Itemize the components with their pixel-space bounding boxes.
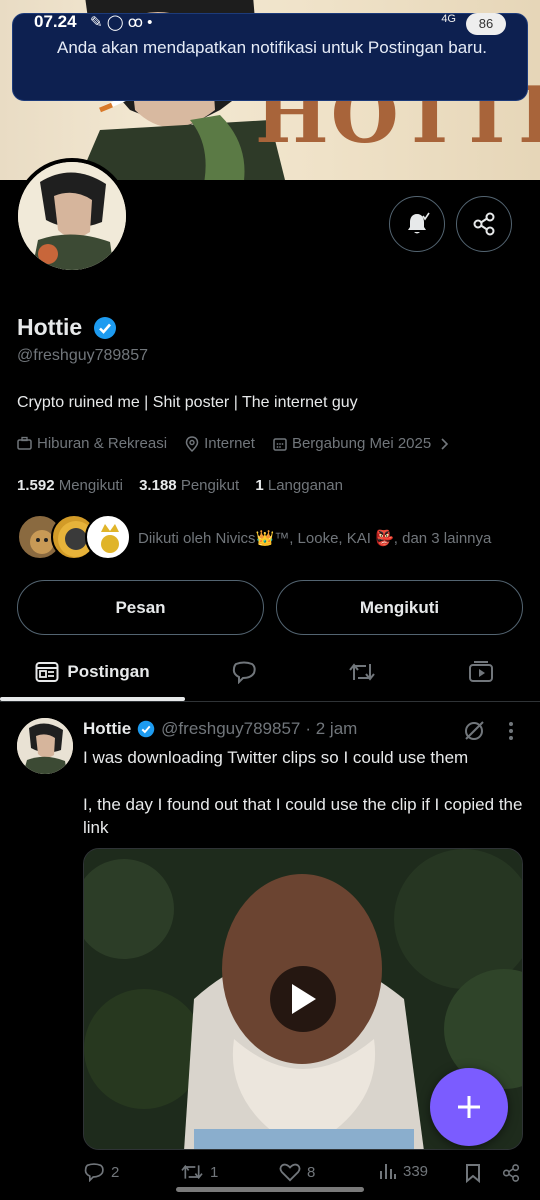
subscriptions-label: Langganan [267,477,343,494]
toast-message: Anda akan mendapatkan notifikasi untuk P… [57,38,488,57]
location-item: Internet [185,435,255,452]
battery-indicator: 86 [466,13,506,35]
tweet-text-line: I was downloading Twitter clips so I cou… [83,748,469,767]
views-action[interactable]: 339 [379,1162,428,1180]
share-icon[interactable] [501,1163,521,1183]
grok-icon[interactable] [462,719,486,743]
following-label: Mengikuti [58,477,123,494]
follower-avatar [85,514,131,560]
tweet-text-line: I, the day I found out that I could use … [83,794,523,838]
verified-badge-icon[interactable] [93,316,117,340]
video-icon [468,661,493,682]
location-label: Internet [204,435,255,452]
status-bar: 07.24 ✎ ◯ ꝏ • 4G 86 [0,8,540,36]
like-count: 8 [307,1163,316,1181]
following-button[interactable]: Mengikuti [276,580,523,635]
following-count: 1.592 [17,477,55,494]
tweet-time: · 2 jam [305,719,358,738]
heart-icon [279,1163,301,1182]
profile-handle: @freshguy789857 [17,347,148,364]
like-action[interactable]: 8 [279,1162,315,1182]
tweet-author-avatar[interactable] [17,718,73,774]
bookmark-icon[interactable] [465,1163,481,1183]
chevron-right-icon [441,437,449,450]
subscriptions-count: 1 [255,477,264,494]
views-chart-icon [380,1164,396,1179]
status-time: 07.24 [34,12,77,31]
notification-bell-button[interactable] [389,196,445,252]
posts-icon [35,662,59,682]
repost-icon [181,1164,203,1180]
calendar-icon [273,437,287,451]
verified-badge-icon[interactable] [137,720,155,738]
profile-avatar[interactable] [14,158,130,274]
repost-action[interactable]: 1 [180,1162,218,1182]
tab-posts[interactable]: Postingan [0,642,185,702]
followed-by-text: Diikuti oleh Nivics👑™, Looke, KAI 👺, dan… [138,530,492,547]
tab-posts-label: Postingan [67,662,150,681]
tweet-author-handle[interactable]: @freshguy789857 [161,719,300,739]
play-button[interactable] [270,966,336,1032]
reply-icon [84,1163,104,1182]
home-indicator[interactable] [176,1187,364,1192]
category-item: Hiburan & Rekreasi [17,435,167,452]
avatar-image [18,162,126,270]
repost-icon [349,663,375,681]
reply-action[interactable]: 2 [83,1162,119,1182]
briefcase-icon [17,436,32,450]
profile-meta: Hiburan & Rekreasi Internet Bergabung Me… [17,435,472,452]
tab-reposts[interactable] [303,642,421,702]
tab-media[interactable] [421,642,540,702]
reply-count: 2 [111,1163,120,1181]
reply-bubble-icon [232,661,256,684]
tweet-text[interactable]: I was downloading Twitter clips so I cou… [83,746,523,863]
subscriptions-count-link[interactable]: 1 Langganan [255,477,343,494]
profile-counts: 1.592 Mengikuti 3.188 Pengikut 1 Langgan… [17,477,355,494]
share-icon [473,212,495,236]
more-options-icon[interactable] [507,721,515,741]
joined-label: Bergabung Mei 2025 [291,435,432,452]
share-button[interactable] [456,196,512,252]
tweet-header: Hottie @freshguy789857 · 2 jam [83,719,357,739]
active-tab-indicator [0,697,185,701]
tweet-author-name[interactable]: Hottie [83,719,131,739]
joined-item[interactable]: Bergabung Mei 2025 [273,435,454,452]
view-count: 339 [403,1162,429,1180]
followers-count: 3.188 [139,477,177,494]
category-label: Hiburan & Rekreasi [37,435,168,452]
repost-count: 1 [210,1163,219,1181]
following-count-link[interactable]: 1.592 Mengikuti [17,477,123,494]
followed-by-row[interactable]: Diikuti oleh Nivics👑™, Looke, KAI 👺, dan… [17,514,527,562]
network-indicator: 4G [441,13,456,25]
plus-icon [458,1096,480,1118]
profile-bio: Crypto ruined me | Shit poster | The int… [17,394,358,411]
location-pin-icon [185,435,199,452]
bell-filled-icon [408,212,430,234]
tab-replies[interactable] [185,642,303,702]
followers-count-link[interactable]: 3.188 Pengikut [139,477,239,494]
message-button[interactable]: Pesan [17,580,264,635]
profile-tabs: Postingan [0,642,540,702]
profile-name: Hottie [17,314,83,340]
followers-label: Pengikut [180,477,240,494]
play-icon [292,984,316,1014]
notification-icons: ✎ ◯ ꝏ • [90,14,153,31]
compose-fab[interactable] [430,1068,508,1146]
